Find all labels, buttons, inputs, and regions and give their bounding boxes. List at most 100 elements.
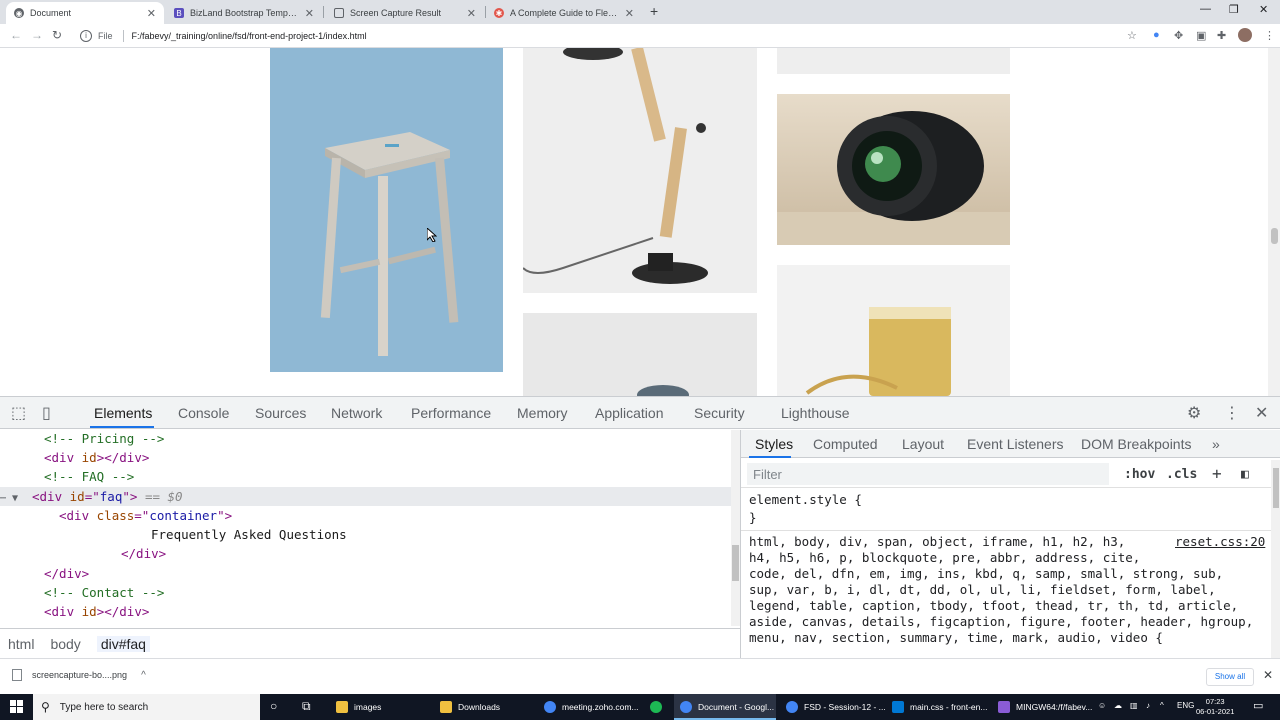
gallery-photo-stool[interactable]	[270, 48, 503, 372]
tab-document[interactable]: ◉ Document ✕	[6, 2, 164, 24]
tab-lighthouse[interactable]: Lighthouse	[781, 405, 850, 421]
rule-selector-line[interactable]: h4, h5, h6, p, blockquote, pre, abbr, ad…	[749, 550, 1140, 566]
taskbar-app-mingw[interactable]: MINGW64:/f/fabev...	[992, 694, 1094, 720]
rule-selector-line[interactable]: html, body, div, span, object, iframe, h…	[749, 534, 1125, 550]
rule-selector-line[interactable]: menu, nav, section, summary, time, mark,…	[749, 630, 1163, 646]
tab-dom-breakpoints[interactable]: DOM Breakpoints	[1081, 436, 1191, 452]
url-text[interactable]: F:/fabevy/_training/online/fsd/front-end…	[132, 31, 367, 41]
breadcrumb-div-faq[interactable]: div#faq	[96, 635, 150, 652]
tab-layout[interactable]: Layout	[902, 436, 944, 452]
taskbar-app-downloads[interactable]: Downloads	[434, 694, 534, 720]
reset-css-link[interactable]: reset.css:20	[1175, 534, 1265, 549]
dom-node[interactable]: <div id></div>	[0, 602, 732, 621]
bookmark-star-icon[interactable]: ☆	[1127, 29, 1137, 42]
class-toggle[interactable]: .cls	[1166, 467, 1197, 482]
gallery-photo-lens[interactable]	[777, 94, 1010, 245]
omnibox[interactable]: i File F:/fabevy/_training/online/fsd/fr…	[72, 26, 1152, 46]
system-clock[interactable]: 07:23 06-01-2021	[1196, 697, 1234, 717]
people-icon[interactable]: ☺	[1098, 701, 1106, 710]
breadcrumb-html[interactable]: html	[8, 636, 34, 652]
tab-styles[interactable]: Styles	[755, 436, 793, 452]
tab-network[interactable]: Network	[331, 405, 382, 421]
dom-scrollbar[interactable]	[731, 430, 740, 626]
scrollbar-thumb[interactable]	[1273, 468, 1279, 508]
new-tab-button[interactable]: +	[650, 3, 658, 19]
download-item[interactable]: screencapture-bo....png ^	[12, 669, 146, 681]
browser-menu-icon[interactable]: ⋮	[1264, 29, 1275, 42]
dom-node[interactable]: <div class="container">	[0, 506, 732, 525]
device-toolbar-icon[interactable]: ▯	[42, 403, 51, 423]
taskbar-app-fsd-session[interactable]: FSD - Session-12 - ...	[780, 694, 886, 720]
close-icon[interactable]: ✕	[467, 7, 476, 20]
tab-sources[interactable]: Sources	[255, 405, 306, 421]
color-picker-extension-icon[interactable]: ●	[1153, 29, 1160, 41]
extensions-puzzle-icon[interactable]: ✚	[1217, 29, 1226, 42]
dom-text-node[interactable]: Frequently Asked Questions	[0, 525, 732, 544]
rule-selector-line[interactable]: aside, canvas, details, figcaption, figu…	[749, 614, 1253, 630]
rule-selector-line[interactable]: legend, table, caption, tbody, tfoot, th…	[749, 598, 1238, 614]
forward-icon[interactable]: →	[31, 28, 43, 42]
taskbar-search[interactable]: ⚲ Type here to search	[33, 694, 260, 720]
toggle-sidebar-icon[interactable]: ◧	[1241, 467, 1249, 482]
taskbar-app-images[interactable]: images	[330, 694, 430, 720]
chevron-up-icon[interactable]: ^	[141, 670, 146, 681]
close-icon[interactable]: ✕	[147, 7, 156, 20]
tab-computed[interactable]: Computed	[813, 436, 878, 452]
tab-console[interactable]: Console	[178, 405, 229, 421]
dom-node[interactable]: </div>	[0, 544, 732, 563]
rule-selector-line[interactable]: sup, var, b, i, dl, dt, dd, ol, ul, li, …	[749, 582, 1216, 598]
tab-bizland[interactable]: B BizLand Bootstrap Template - Ind ✕	[166, 2, 322, 24]
styles-filter-input[interactable]	[747, 463, 1109, 485]
task-view-icon[interactable]: ⧉	[302, 699, 311, 714]
reload-icon[interactable]: ↻	[52, 28, 62, 42]
tray-overflow-icon[interactable]: ^	[1160, 701, 1164, 710]
gallery-photo-lamp[interactable]	[523, 48, 757, 293]
gallery-photo-glass[interactable]	[777, 265, 1010, 396]
tab-event-listeners[interactable]: Event Listeners	[967, 436, 1064, 452]
network-icon[interactable]: ▥	[1130, 701, 1138, 710]
breadcrumb-body[interactable]: body	[50, 636, 80, 652]
styles-scrollbar[interactable]	[1271, 460, 1280, 658]
volume-icon[interactable]: ♪	[1146, 701, 1150, 710]
dom-node[interactable]: <!-- Pricing -->	[0, 429, 732, 448]
dom-node[interactable]: <div id></div>	[0, 448, 732, 467]
gallery-photo-watch[interactable]	[523, 313, 757, 396]
tab-security[interactable]: Security	[694, 405, 745, 421]
inspect-element-icon[interactable]: ⬚	[11, 403, 26, 423]
more-tabs-icon[interactable]: »	[1212, 436, 1220, 452]
add-rule-icon[interactable]: +	[1212, 464, 1222, 483]
tab-memory[interactable]: Memory	[517, 405, 568, 421]
show-all-button[interactable]: Show all	[1206, 668, 1254, 686]
taskbar-app-vscode[interactable]: main.css - front-en...	[886, 694, 988, 720]
windows-start-icon[interactable]	[10, 700, 24, 714]
dom-node[interactable]: <!-- Contact -->	[0, 583, 732, 602]
restore-button[interactable]: ❐	[1229, 3, 1239, 16]
avatar[interactable]	[1238, 28, 1252, 42]
rule-selector-line[interactable]: code, del, dfn, em, img, ins, kbd, q, sa…	[749, 566, 1223, 582]
close-download-bar-icon[interactable]: ✕	[1263, 668, 1273, 682]
more-options-icon[interactable]: ⋮	[1224, 403, 1240, 423]
info-icon[interactable]: i	[80, 30, 92, 42]
language-indicator[interactable]: ENG	[1177, 701, 1194, 710]
element-style-open[interactable]: element.style {	[749, 492, 862, 508]
notification-icon[interactable]: ▭	[1253, 699, 1263, 712]
back-icon[interactable]: ←	[10, 28, 22, 42]
tab-elements[interactable]: Elements	[94, 405, 152, 421]
close-icon[interactable]: ✕	[305, 7, 314, 20]
page-scrollbar[interactable]	[1268, 48, 1280, 396]
onedrive-icon[interactable]: ☁	[1114, 701, 1122, 710]
screenshot-extension-icon[interactable]: ▣	[1196, 29, 1206, 42]
dom-node[interactable]: </div>	[0, 564, 732, 583]
cortana-icon[interactable]: ○	[270, 699, 277, 713]
scrollbar-thumb[interactable]	[732, 545, 739, 581]
taskbar-app-spotify[interactable]	[644, 694, 670, 720]
dom-node[interactable]: <!-- FAQ -->	[0, 467, 732, 486]
move-extension-icon[interactable]: ✥	[1174, 29, 1183, 42]
close-devtools-icon[interactable]: ✕	[1255, 403, 1268, 423]
close-window-button[interactable]: ✕	[1259, 3, 1268, 16]
settings-gear-icon[interactable]: ⚙	[1187, 403, 1201, 423]
tab-flexbox-guide[interactable]: ✱ A Complete Guide to Flexbox | C ✕	[486, 2, 642, 24]
hover-state-toggle[interactable]: :hov	[1124, 467, 1155, 482]
close-icon[interactable]: ✕	[625, 7, 634, 20]
tab-performance[interactable]: Performance	[411, 405, 491, 421]
